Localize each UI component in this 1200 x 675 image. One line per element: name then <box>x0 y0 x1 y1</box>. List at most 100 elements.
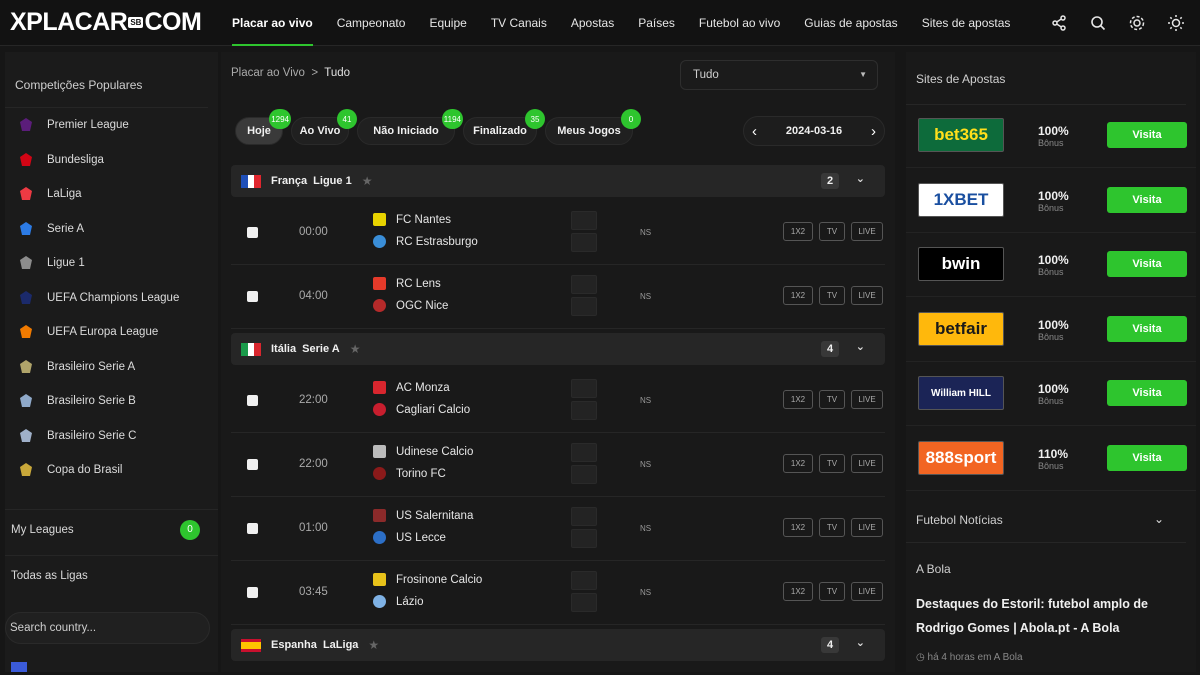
match-1x2-button[interactable]: 1X2 <box>783 390 813 409</box>
news-title[interactable]: Destaques do Estoril: futebol amplo de R… <box>916 592 1178 640</box>
competition-item[interactable]: Copa do Brasil <box>5 453 218 488</box>
star-icon[interactable]: ★ <box>362 174 373 188</box>
away-team[interactable]: Torino FC <box>373 467 446 480</box>
match-row[interactable]: 03:45 Frosinone Calcio Lázio NS 1X2 TV LIVE <box>231 561 885 625</box>
home-team[interactable]: FC Nantes <box>373 213 451 226</box>
match-live-button[interactable]: LIVE <box>851 390 883 409</box>
nav-item-8[interactable]: Sites de apostas <box>922 0 1011 46</box>
match-tv-button[interactable]: TV <box>819 286 845 305</box>
bookmaker-logo[interactable]: bet365 <box>918 118 1004 152</box>
site-logo[interactable]: XPLACAR SB COM <box>0 0 214 46</box>
news-header[interactable]: Futebol Notícias <box>916 513 1003 527</box>
bookmaker-logo[interactable]: William HILL <box>918 376 1004 410</box>
away-team[interactable]: RC Estrasburgo <box>373 235 478 248</box>
match-live-button[interactable]: LIVE <box>851 454 883 473</box>
chevron-left-icon[interactable]: ‹ <box>752 123 757 140</box>
match-checkbox[interactable] <box>247 395 258 406</box>
bookmaker-logo[interactable]: 888sport <box>918 440 1004 475</box>
match-live-button[interactable]: LIVE <box>851 222 883 241</box>
match-live-button[interactable]: LIVE <box>851 582 883 601</box>
league-header[interactable]: Itália Serie A ★ 4 ⌄ <box>231 333 885 365</box>
competition-item[interactable]: Brasileiro Serie B <box>5 384 218 419</box>
visit-button[interactable]: Visita <box>1107 315 1187 342</box>
filter-select[interactable]: Tudo ▼ <box>680 60 878 90</box>
breadcrumb-root[interactable]: Placar ao Vivo <box>231 67 305 79</box>
visit-button[interactable]: Visita <box>1107 251 1187 277</box>
away-team[interactable]: OGC Nice <box>373 299 448 312</box>
all-leagues-link[interactable]: Todas as Ligas <box>5 555 218 595</box>
match-tv-button[interactable]: TV <box>819 222 845 241</box>
match-tv-button[interactable]: TV <box>819 454 845 473</box>
match-1x2-button[interactable]: 1X2 <box>783 286 813 305</box>
nav-item-6[interactable]: Futebol ao vivo <box>699 0 780 46</box>
match-checkbox[interactable] <box>247 523 258 534</box>
match-tv-button[interactable]: TV <box>819 390 845 409</box>
home-team[interactable]: Frosinone Calcio <box>373 573 482 586</box>
competition-item[interactable]: Serie A <box>5 212 218 247</box>
filter-tab-3[interactable]: Finalizado 35 <box>463 109 545 145</box>
nav-item-1[interactable]: Campeonato <box>337 0 406 46</box>
competition-item[interactable]: Premier League <box>5 108 218 143</box>
league-header[interactable]: França Ligue 1 ★ 2 ⌄ <box>231 165 885 197</box>
match-row[interactable]: 22:00 AC Monza Cagliari Calcio NS 1X2 TV LIVE <box>231 369 885 433</box>
competition-item[interactable]: UEFA Champions League <box>5 281 218 316</box>
filter-tab-1[interactable]: Ao Vivo 41 <box>291 109 357 145</box>
share-icon[interactable] <box>1047 11 1071 35</box>
home-team[interactable]: RC Lens <box>373 277 441 290</box>
visit-button[interactable]: Visita <box>1107 122 1187 148</box>
match-row[interactable]: 22:00 Udinese Calcio Torino FC NS 1X2 TV LIVE <box>231 433 885 497</box>
match-checkbox[interactable] <box>247 459 258 470</box>
my-leagues[interactable]: My Leagues 0 <box>5 509 218 549</box>
match-checkbox[interactable] <box>247 227 258 238</box>
away-team[interactable]: Lázio <box>373 595 424 608</box>
match-tv-button[interactable]: TV <box>819 582 845 601</box>
match-live-button[interactable]: LIVE <box>851 286 883 305</box>
competition-item[interactable]: Ligue 1 <box>5 246 218 281</box>
chevron-down-icon[interactable]: ⌄ <box>856 636 865 649</box>
filter-tab-4[interactable]: Meus Jogos 0 <box>545 109 641 145</box>
search-icon[interactable] <box>1086 11 1110 35</box>
match-checkbox[interactable] <box>247 291 258 302</box>
match-1x2-button[interactable]: 1X2 <box>783 518 813 537</box>
match-row[interactable]: 00:00 FC Nantes RC Estrasburgo NS 1X2 TV LIVE <box>231 201 885 265</box>
nav-item-5[interactable]: Países <box>638 0 675 46</box>
star-icon[interactable]: ★ <box>350 342 361 356</box>
home-team[interactable]: US Salernitana <box>373 509 473 522</box>
nav-item-3[interactable]: TV Canais <box>491 0 547 46</box>
filter-tab-0[interactable]: Hoje 1294 <box>235 109 291 145</box>
chevron-down-icon[interactable]: ⌄ <box>856 340 865 353</box>
match-1x2-button[interactable]: 1X2 <box>783 454 813 473</box>
match-row[interactable]: 04:00 RC Lens OGC Nice NS 1X2 TV LIVE <box>231 265 885 329</box>
nav-item-4[interactable]: Apostas <box>571 0 614 46</box>
competition-item[interactable]: Bundesliga <box>5 143 218 178</box>
search-country-input[interactable]: Search country... <box>5 612 210 644</box>
bookmaker-logo[interactable]: betfair <box>918 311 1004 346</box>
chevron-right-icon[interactable]: › <box>871 123 876 140</box>
match-tv-button[interactable]: TV <box>819 518 845 537</box>
chevron-down-icon[interactable]: ⌄ <box>1154 512 1164 526</box>
home-team[interactable]: Udinese Calcio <box>373 445 473 458</box>
chevron-down-icon[interactable]: ⌄ <box>856 172 865 185</box>
sun-icon[interactable] <box>1164 11 1188 35</box>
bookmaker-logo[interactable]: bwin <box>918 247 1004 281</box>
nav-item-0[interactable]: Placar ao vivo <box>232 0 313 46</box>
away-team[interactable]: US Lecce <box>373 531 446 544</box>
competition-item[interactable]: Brasileiro Serie C <box>5 419 218 454</box>
star-icon[interactable]: ★ <box>368 638 379 652</box>
match-checkbox[interactable] <box>247 587 258 598</box>
match-1x2-button[interactable]: 1X2 <box>783 582 813 601</box>
competition-item[interactable]: LaLiga <box>5 177 218 212</box>
competition-item[interactable]: Brasileiro Serie A <box>5 350 218 385</box>
away-team[interactable]: Cagliari Calcio <box>373 403 470 416</box>
bookmaker-logo[interactable]: 1XBET <box>918 182 1004 217</box>
home-team[interactable]: AC Monza <box>373 381 450 394</box>
filter-tab-2[interactable]: Não Iniciado 1194 <box>357 109 463 145</box>
match-1x2-button[interactable]: 1X2 <box>783 222 813 241</box>
current-date[interactable]: 2024-03-16 <box>786 125 842 137</box>
match-row[interactable]: 01:00 US Salernitana US Lecce NS 1X2 TV LIVE <box>231 497 885 561</box>
competition-item[interactable]: UEFA Europa League <box>5 315 218 350</box>
league-header[interactable]: Espanha LaLiga ★ 4 ⌄ <box>231 629 885 661</box>
visit-button[interactable]: Visita <box>1107 380 1187 406</box>
nav-item-7[interactable]: Guias de apostas <box>804 0 897 46</box>
visit-button[interactable]: Visita <box>1107 186 1187 213</box>
